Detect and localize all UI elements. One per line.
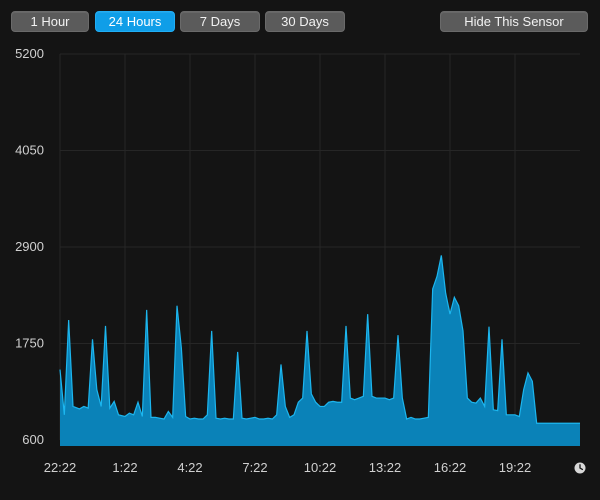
y-axis-labels: 600 1750 2900 4050 5200 xyxy=(15,46,44,447)
y-tick-label: 4050 xyxy=(15,143,44,158)
range-button-30-days[interactable]: 30 Days xyxy=(265,11,345,32)
range-button-1-hour[interactable]: 1 Hour xyxy=(11,11,89,32)
x-tick-label: 16:22 xyxy=(434,460,467,475)
y-tick-label: 5200 xyxy=(15,46,44,61)
range-button-7-days[interactable]: 7 Days xyxy=(180,11,260,32)
x-tick-label: 22:22 xyxy=(44,460,77,475)
x-tick-label: 19:22 xyxy=(499,460,532,475)
clock-icon[interactable] xyxy=(574,462,586,474)
x-tick-label: 4:22 xyxy=(177,460,202,475)
x-tick-label: 1:22 xyxy=(112,460,137,475)
x-tick-label: 13:22 xyxy=(369,460,402,475)
sensor-chart: 600 1750 2900 4050 5200 22:22 1:22 4:22 7:22 10:… xyxy=(15,46,586,475)
y-tick-label: 600 xyxy=(22,432,44,447)
x-tick-label: 7:22 xyxy=(242,460,267,475)
y-tick-label: 2900 xyxy=(15,239,44,254)
y-tick-label: 1750 xyxy=(15,336,44,351)
x-axis-labels: 22:22 1:22 4:22 7:22 10:22 13:22 16:22 19:22 xyxy=(44,460,532,475)
hide-sensor-button[interactable]: Hide This Sensor xyxy=(440,11,588,32)
range-button-24-hours[interactable]: 24 Hours xyxy=(95,11,175,32)
toolbar: 1 Hour 24 Hours 7 Days 30 Days Hide This… xyxy=(0,0,600,40)
x-tick-label: 10:22 xyxy=(304,460,337,475)
